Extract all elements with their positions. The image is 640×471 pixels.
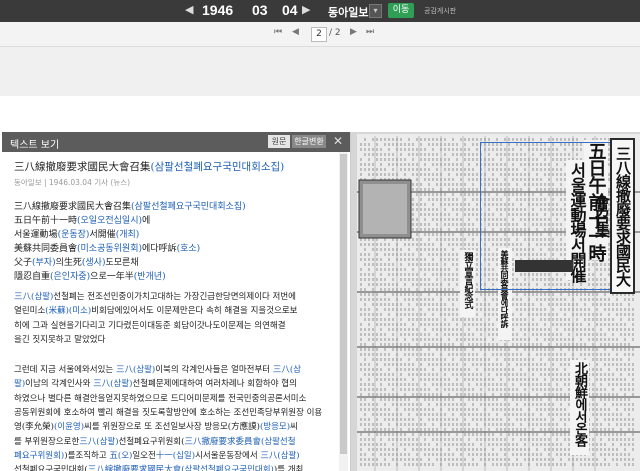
article-para-line: 열린미소(米蘇)(미소)비회담에있어서도 이문제만은다 속히 해결을 지을것으로…: [14, 306, 298, 317]
day-field[interactable]: 04: [282, 2, 298, 18]
article-subheadlines: 三八線撤廢要求國民大會召集(삼팔선철폐요구국민대회소집) 五日午前十一時(오일오전…: [14, 200, 328, 284]
article-line: 隱忍自重(은인자중)으로一年半(반개년): [14, 272, 166, 282]
article-para-line: 공동위원회에 호소하여 빨리 해결을 짓도록할방안에 호소하는 조선민족당부위원…: [14, 408, 323, 419]
scrollbar-thumb[interactable]: [340, 154, 347, 454]
newspaper-headline: 三八線撤廢要求國民大會召集: [593, 138, 635, 294]
article-para-line: 팔)이남의 각계인사와 三八(삼팔)선철폐문제에대하여 여러차례나 회합하야 협…: [14, 379, 297, 390]
page-total: / 2: [329, 28, 341, 38]
article-line: 五日午前十一時(오일오전십일시)에: [14, 216, 151, 226]
newspaper-subheadline: 獨立宣言紀念式: [463, 251, 475, 310]
newspaper-name[interactable]: 동아일보: [328, 4, 368, 20]
article-para-line: 을긴 짓지못하고 말았었다: [14, 334, 106, 345]
page-number-input[interactable]: 2: [311, 27, 327, 42]
hangul-convert-button[interactable]: 한글변환: [292, 135, 326, 148]
close-icon[interactable]: ✕: [333, 134, 343, 148]
article-line: 三八線撤廢要求國民大會召集(삼팔선철폐요구국민대회소집): [14, 202, 246, 212]
prev-date-icon[interactable]: ◀: [185, 3, 193, 16]
last-page-icon[interactable]: ⏭: [366, 27, 374, 37]
text-panel-header: 텍스트 보기 원문 한글변환 ✕: [2, 132, 350, 152]
month-field[interactable]: 03: [252, 2, 268, 18]
newspaper-subheadline: 北朝鮮에서온客: [572, 362, 588, 448]
newspaper-dropdown-icon[interactable]: ▾: [369, 4, 382, 18]
article-paragraph-2: 그런데 지금 서울에와서있는 三八(삼팔)이북의 각계인사들은 얼마전부터 三八…: [14, 363, 328, 471]
go-button[interactable]: 이동: [388, 3, 414, 18]
title-reading: (삼팔선철폐요구국민대회소집): [150, 161, 285, 173]
article-para-line: 선철폐요구국민대회(三八線撤廢要求國民大會(삼팔선철폐요구국민대회))를 개최: [14, 465, 304, 471]
article-para-line: 三八(삼팔)선철폐는 전조선민중이가치고대하는 가장긴급한당면의제이다 저번에: [14, 292, 296, 302]
viewer-header-space: [0, 47, 640, 96]
article-source: 동아일보 | 1946.03.04 기사 (뉴스): [14, 178, 131, 187]
next-page-icon[interactable]: ▶: [350, 27, 357, 37]
year-field[interactable]: 1946: [202, 2, 233, 18]
article-para-line: 히에 그과 실현을기다리고 기다렸든이대동준 회담이갓나도이문제는 의연해결: [14, 320, 286, 331]
article-para-line: 를 부위원장으로한三八(삼팔)선철폐요구위원회(三八撤廢要求委員會(삼팔선철: [14, 436, 296, 447]
text-panel-title: 텍스트 보기: [10, 140, 60, 151]
original-text-button[interactable]: 원문: [268, 135, 290, 148]
text-view-panel: 텍스트 보기 원문 한글변환 ✕ 三八線撤廢要求國民大會召集(삼팔선철폐요구국민…: [2, 132, 351, 471]
article-line: 美蘇共同委員會(미소공동위원회)에다呼訴(호소): [14, 244, 201, 254]
next-date-icon[interactable]: ▶: [302, 3, 310, 16]
spacer: [0, 96, 640, 132]
article-text: 三八線撤廢要求國民大會召集(삼팔선철폐요구국민대회소집) 동아일보 | 1946…: [2, 152, 338, 471]
first-page-icon[interactable]: ⏮: [274, 27, 282, 37]
article-line: 父子(부자)의生死(생사)도모른채: [14, 258, 139, 268]
article-para-line: 영(李允榮)(이윤영)씨를 위원장으로 또 조선일보사장 방응모(方應謨)(방응…: [14, 422, 298, 433]
top-toolbar: ◀ 1946 03 04 ▶ 동아일보 ▾ 이동 공감게시판: [0, 0, 640, 22]
article-line: 서울運動場(운동장)서開催(개최): [14, 230, 140, 240]
prev-page-icon[interactable]: ◀: [292, 27, 299, 37]
article-para-line: 하였으나 별다른 해결안을얻지못하였으므로 드디어미문제를 전국민중의공론서미소: [14, 393, 307, 404]
article-para-line: 폐요구위원회))를조직하고 五(오)일오전十一(십일)시서울운동장에서 三八(삼…: [14, 450, 300, 461]
page-navigation-bar: ⏮ ◀ 2 / 2 ▶ ⏭: [0, 22, 640, 47]
text-scrollbar[interactable]: [339, 152, 348, 471]
notice-board-link[interactable]: 공감게시판: [424, 6, 456, 16]
article-para-line: 그런데 지금 서울에와서있는 三八(삼팔)이북의 각계인사들은 얼마전부터 三八…: [14, 365, 301, 376]
article-paragraph-1: 三八(삼팔)선철폐는 전조선민중이가치고대하는 가장긴급한당면의제이다 저번에열…: [14, 290, 328, 347]
article-title: 三八線撤廢要求國民大會召集(삼팔선철폐요구국민대회소집): [14, 161, 285, 173]
